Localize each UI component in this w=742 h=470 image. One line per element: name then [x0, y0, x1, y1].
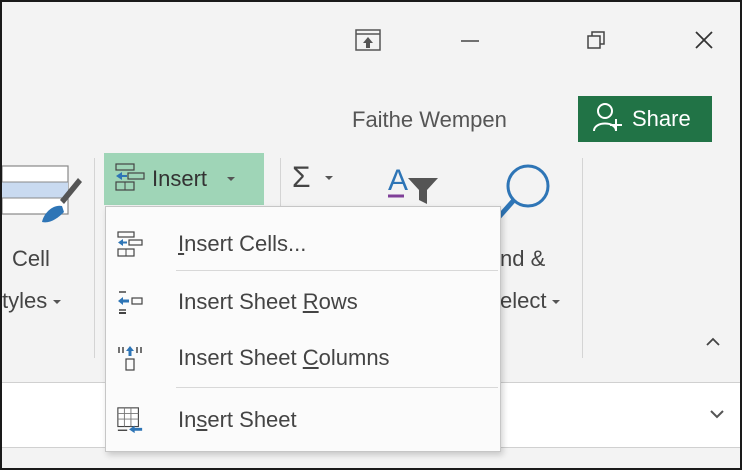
insert-columns-icon: [116, 344, 144, 372]
expand-formula-bar-button[interactable]: [706, 404, 728, 426]
close-button[interactable]: [676, 22, 732, 62]
close-icon: [693, 29, 715, 56]
minimize-icon: [459, 29, 481, 56]
cell-styles-label-line2: tyles: [2, 288, 62, 314]
insert-label: Insert: [152, 166, 208, 191]
ribbon-display-options-button[interactable]: [340, 22, 396, 62]
sort-filter-button[interactable]: A: [382, 160, 454, 210]
chevron-down-icon: [710, 406, 724, 424]
chevron-down-icon: [324, 176, 333, 180]
menu-item-insert-cells[interactable]: Insert Cells...: [106, 217, 500, 271]
menu-label: Insert Sheet Rows: [178, 289, 358, 314]
menu-item-insert-sheet-columns[interactable]: Insert Sheet Columns: [106, 331, 500, 385]
minimize-button[interactable]: [442, 22, 498, 62]
chevron-down-icon: [53, 300, 62, 305]
group-separator: [280, 158, 281, 208]
share-person-icon: [592, 101, 624, 138]
collapse-ribbon-button[interactable]: [700, 330, 726, 356]
autosum-button[interactable]: Σ: [292, 158, 333, 198]
ribbon-display-icon: [355, 28, 381, 56]
svg-text:A: A: [388, 164, 408, 197]
menu-item-insert-sheet[interactable]: Insert Sheet: [106, 393, 500, 447]
share-label: Share: [632, 106, 691, 131]
menu-label: Insert Sheet Columns: [178, 345, 390, 370]
menu-label: Insert Cells...: [178, 231, 307, 256]
group-separator: [582, 158, 583, 358]
cell-styles-icon: [1, 165, 84, 238]
menu-label: Insert Sheet: [178, 407, 297, 432]
insert-dropdown-menu: Insert Cells... Insert Sheet Rows Insert…: [105, 206, 501, 452]
chevron-up-icon: [706, 334, 720, 352]
insert-cells-icon: [114, 162, 146, 197]
share-button[interactable]: Share: [578, 96, 712, 142]
insert-cells-icon: [116, 230, 144, 258]
menu-separator: [176, 270, 498, 271]
insert-sheet-icon: [116, 406, 144, 434]
restore-button[interactable]: [568, 22, 624, 62]
chevron-down-icon: [552, 300, 561, 305]
cell-styles-button[interactable]: [1, 160, 84, 234]
menu-separator: [176, 387, 498, 388]
cell-styles-label-line1: Cell: [12, 246, 50, 271]
group-separator: [94, 158, 95, 358]
insert-rows-icon: [116, 288, 144, 316]
account-user-name[interactable]: Faithe Wempen: [352, 100, 507, 140]
restore-icon: [585, 29, 607, 56]
chevron-down-icon: [227, 177, 236, 181]
find-select-label-line2: elect: [500, 288, 561, 314]
sigma-icon: Σ: [292, 161, 311, 194]
menu-item-insert-sheet-rows[interactable]: Insert Sheet Rows: [106, 275, 500, 329]
insert-dropdown-button[interactable]: Insert: [104, 153, 264, 205]
find-select-label-line1: nd &: [500, 246, 546, 271]
